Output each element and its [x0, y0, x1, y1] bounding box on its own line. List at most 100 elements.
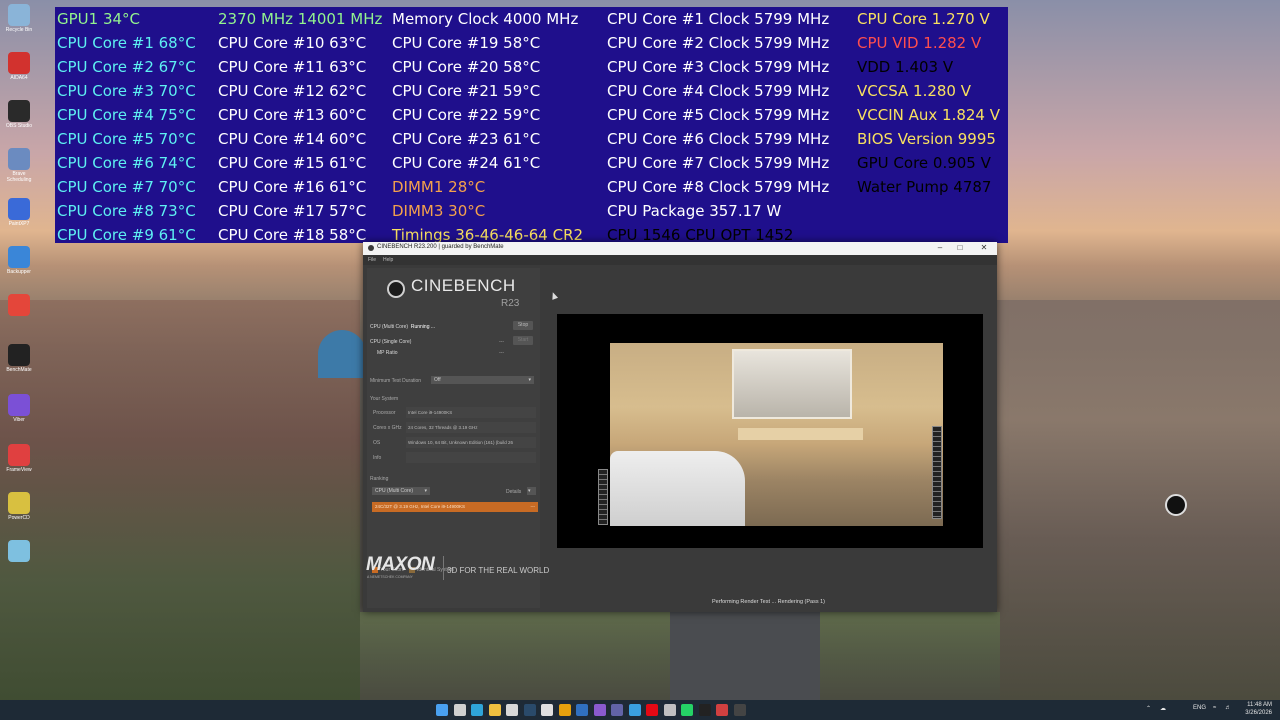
- steam-icon[interactable]: [524, 704, 536, 716]
- file-explorer-icon[interactable]: [489, 704, 501, 716]
- osd-reading: CPU Core #19 58°C: [392, 34, 541, 52]
- app-icon[interactable]: [576, 704, 588, 716]
- close-button[interactable]: ✕: [977, 243, 991, 252]
- language-indicator[interactable]: ENG: [1193, 705, 1206, 711]
- details-label[interactable]: Details: [506, 489, 521, 495]
- desktop-icon[interactable]: Viber: [4, 394, 34, 423]
- system-info-value: Windows 10, 64 Bit, Unknown Edition (161…: [406, 437, 536, 448]
- notepad-icon[interactable]: [506, 704, 518, 716]
- benchmate-icon[interactable]: [699, 704, 711, 716]
- maxon-subtitle: A NEMETSCHEK COMPANY: [367, 575, 413, 579]
- osd-reading: CPU Core #23 61°C: [392, 130, 541, 148]
- desktop-icon-label: Brave Scheduling: [6, 171, 32, 183]
- desktop-icon[interactable]: Recycle Bin: [4, 4, 34, 33]
- system-clock[interactable]: 11:48 AM 3/26/2026: [1238, 701, 1272, 717]
- osd-reading: CPU Core #1 Clock 5799 MHz: [607, 10, 830, 28]
- stop-button[interactable]: Stop: [513, 321, 533, 330]
- desktop-icon[interactable]: Backupper: [4, 246, 34, 275]
- multi-core-label: CPU (Multi Core) Running ...: [370, 324, 436, 330]
- photos-icon[interactable]: [629, 704, 641, 716]
- system-info-key: Processor: [373, 410, 396, 416]
- render-viewport: [557, 314, 983, 548]
- menu-file[interactable]: File: [368, 257, 376, 263]
- title-bar[interactable]: CINEBENCH R23.200 | guarded by BenchMate…: [363, 242, 997, 255]
- system-info-key: OS: [373, 440, 381, 446]
- menu-help[interactable]: Help: [383, 257, 393, 263]
- scene-window: [732, 349, 852, 419]
- maximize-button[interactable]: □: [953, 243, 967, 252]
- app-icon[interactable]: [716, 704, 728, 716]
- whatsapp-icon[interactable]: [681, 704, 693, 716]
- ranking-select[interactable]: CPU (Multi Core) ▾: [372, 487, 430, 495]
- desktop-icon-label: OBS Studio: [5, 123, 33, 129]
- osd-reading: CPU Core #16 61°C: [218, 178, 367, 196]
- osd-reading: CPU Core #2 Clock 5799 MHz: [607, 34, 830, 52]
- osd-reading: DIMM1 28°C: [392, 178, 486, 196]
- plex-icon[interactable]: [559, 704, 571, 716]
- volume-icon[interactable]: ♬: [1225, 705, 1231, 711]
- desktop-icon[interactable]: AIDA64: [4, 52, 34, 81]
- chevron-down-icon: ▾: [528, 377, 531, 383]
- min-duration-select[interactable]: Off ▾: [431, 376, 534, 384]
- ranking-entry[interactable]: 24C/32T @ 3.19 GHz, Intel Core i9-14900K…: [372, 502, 538, 512]
- desktop-icon-label: PowerCD: [8, 515, 30, 521]
- render-bucket-left: [598, 469, 608, 525]
- app-icon[interactable]: [664, 704, 676, 716]
- desktop-icon[interactable]: PowerCD: [4, 492, 34, 521]
- mouse-cursor: [549, 291, 559, 300]
- start-button[interactable]: Start: [513, 336, 533, 345]
- osd-reading: GPU1 34°C: [57, 10, 141, 28]
- ranking-score: ---: [530, 504, 536, 509]
- osd-reading: VCCIN Aux 1.824 V: [857, 106, 1001, 124]
- onedrive-icon[interactable]: ☁: [1160, 705, 1166, 712]
- your-system-label: Your System: [370, 396, 399, 402]
- teams-icon[interactable]: [611, 704, 623, 716]
- wallpaper-buildings-left: [0, 300, 360, 700]
- osd-reading: CPU Core #8 Clock 5799 MHz: [607, 178, 830, 196]
- desktop-icon[interactable]: [4, 294, 34, 317]
- osd-reading: BIOS Version 9995: [857, 130, 996, 148]
- render-scene: [610, 343, 943, 526]
- scene-sofa: [610, 451, 745, 526]
- osd-reading: CPU Core #11 63°C: [218, 58, 367, 76]
- osd-reading: CPU Core #4 Clock 5799 MHz: [607, 82, 830, 100]
- render-status: Performing Render Test ... Rendering (Pa…: [712, 599, 826, 605]
- obs-studio-icon: [8, 100, 30, 122]
- visual-studio-icon[interactable]: [594, 704, 606, 716]
- desktop-icon-label: PaintXP7: [8, 221, 30, 227]
- divider: [443, 556, 444, 580]
- osd-reading: CPU Core #22 59°C: [392, 106, 541, 124]
- wallpaper-dome: [318, 330, 366, 378]
- osd-reading: VDD 1.403 V: [857, 58, 954, 76]
- search-icon[interactable]: [454, 704, 466, 716]
- windows-start-icon[interactable]: [436, 704, 448, 716]
- desktop-icon-label: Backupper: [7, 269, 31, 275]
- desktop-icon[interactable]: [4, 540, 34, 563]
- scene-table: [738, 428, 863, 440]
- chevron-up-icon[interactable]: ⌃: [1146, 705, 1151, 712]
- powercd-icon: [8, 492, 30, 514]
- viber-icon: [8, 394, 30, 416]
- cinebench-icon[interactable]: [734, 704, 746, 716]
- desktop-icon[interactable]: FrameView: [4, 444, 34, 473]
- system-info-row: OS Windows 10, 64 Bit, Unknown Edition (1…: [370, 436, 536, 450]
- system-info-value[interactable]: [406, 452, 536, 463]
- desktop-icon[interactable]: BenchMate: [4, 344, 34, 373]
- minimize-button[interactable]: –: [933, 243, 947, 252]
- osd-reading: CPU Core #10 63°C: [218, 34, 367, 52]
- maxon-logo: MAXON: [366, 554, 435, 575]
- osd-reading: CPU Core #1 68°C: [57, 34, 196, 52]
- cinebench-window: CINEBENCH R23.200 | guarded by BenchMate…: [363, 242, 997, 612]
- osd-reading: VCCSA 1.280 V: [857, 82, 972, 100]
- multi-core-status: Running ...: [410, 324, 436, 330]
- app-icon: [8, 148, 30, 170]
- wifi-icon[interactable]: ≈: [1213, 705, 1216, 711]
- desktop-icon[interactable]: Brave Scheduling: [4, 148, 34, 183]
- netflix-icon[interactable]: [646, 704, 658, 716]
- edge-icon[interactable]: [471, 704, 483, 716]
- details-toggle[interactable]: ▾: [527, 487, 536, 495]
- desktop-icon[interactable]: PaintXP7: [4, 198, 34, 227]
- app-icon[interactable]: [541, 704, 553, 716]
- osd-reading: CPU Core #6 Clock 5799 MHz: [607, 130, 830, 148]
- desktop-icon[interactable]: OBS Studio: [4, 100, 34, 129]
